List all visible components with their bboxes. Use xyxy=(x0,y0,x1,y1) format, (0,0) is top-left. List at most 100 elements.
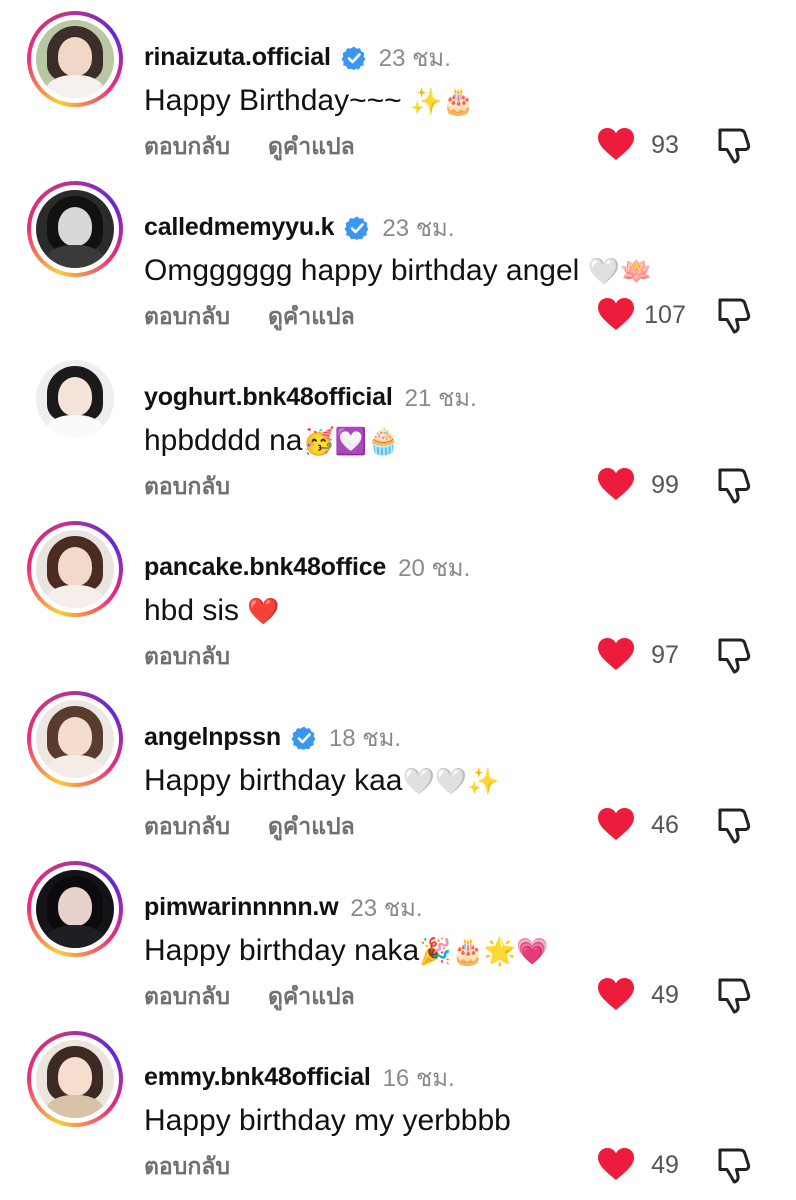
avatar[interactable] xyxy=(36,1040,114,1118)
comment-header: rinaizuta.official 23 ชม. xyxy=(144,38,451,77)
avatar-frame xyxy=(31,355,119,443)
comment-body: Happy birthday my yerbbbb xyxy=(144,1104,511,1137)
comment-actions: ตอบกลับ ดูคำแปล xyxy=(144,129,355,165)
like-count[interactable]: 46 xyxy=(640,811,690,840)
comment-item: calledmemyyu.k 23 ชม. Omgggggg happy bir… xyxy=(0,170,796,340)
heart-filled-icon[interactable] xyxy=(597,467,635,501)
avatar[interactable] xyxy=(36,190,114,268)
avatar-frame xyxy=(31,185,119,273)
reply-button[interactable]: ตอบกลับ xyxy=(144,1149,230,1185)
comment-body: Happy Birthday~~~ xyxy=(144,84,411,117)
thumbs-down-icon[interactable] xyxy=(716,975,752,1015)
comment-item: pimwarinnnnn.w 23 ชม. Happy birthday nak… xyxy=(0,850,796,1020)
comment-emoji: 🎉🎂🌟💗 xyxy=(419,937,549,967)
heart-filled-icon[interactable] xyxy=(597,1147,635,1181)
comments-list: rinaizuta.official 23 ชม. Happy Birthday… xyxy=(0,0,796,1200)
avatar[interactable] xyxy=(36,870,114,948)
comment-text: Happy birthday kaa🤍🤍✨ xyxy=(144,764,500,798)
reply-button[interactable]: ตอบกลับ xyxy=(144,469,230,505)
avatar[interactable] xyxy=(36,700,114,778)
comment-body: hpbdddd na xyxy=(144,424,303,457)
comment-emoji: ❤️ xyxy=(247,597,280,627)
comment-emoji: ✨🎂 xyxy=(410,87,475,117)
like-count[interactable]: 93 xyxy=(640,131,690,160)
comment-header: emmy.bnk48official 16 ชม. xyxy=(144,1058,455,1097)
avatar-frame xyxy=(31,15,119,103)
story-ring[interactable] xyxy=(27,351,123,447)
comment-header: calledmemyyu.k 23 ชม. xyxy=(144,208,455,247)
comment-header: yoghurt.bnk48official 21 ชม. xyxy=(144,378,477,417)
comment-time: 23 ชม. xyxy=(350,895,423,922)
heart-filled-icon[interactable] xyxy=(597,297,635,331)
comment-item: emmy.bnk48official 16 ชม. Happy birthday… xyxy=(0,1020,796,1190)
story-ring[interactable] xyxy=(27,11,123,107)
username[interactable]: yoghurt.bnk48official xyxy=(144,383,393,412)
heart-filled-icon[interactable] xyxy=(597,807,635,841)
comment-body: Happy birthday kaa xyxy=(144,764,403,797)
username[interactable]: emmy.bnk48official xyxy=(144,1063,371,1092)
avatar[interactable] xyxy=(36,20,114,98)
reply-button[interactable]: ตอบกลับ xyxy=(144,129,230,165)
avatar-frame xyxy=(31,1035,119,1123)
avatar[interactable] xyxy=(36,530,114,608)
username[interactable]: angelnpssn xyxy=(144,723,281,752)
comment-header: angelnpssn 18 ชม. xyxy=(144,718,401,757)
like-count[interactable]: 49 xyxy=(640,981,690,1010)
comment-text: hpbdddd na🥳💟🧁 xyxy=(144,424,400,458)
story-ring[interactable] xyxy=(27,1031,123,1127)
comment-text: Happy birthday naka🎉🎂🌟💗 xyxy=(144,934,549,968)
comment-time: 23 ชม. xyxy=(378,45,451,72)
reply-button[interactable]: ตอบกลับ xyxy=(144,809,230,845)
comment-emoji: 🥳💟🧁 xyxy=(302,427,400,457)
comment-header: pancake.bnk48office 20 ชม. xyxy=(144,548,470,587)
like-count[interactable]: 97 xyxy=(640,641,690,670)
heart-filled-icon[interactable] xyxy=(597,127,635,161)
like-count[interactable]: 107 xyxy=(640,301,690,330)
comment-actions: ตอบกลับ xyxy=(144,469,230,505)
heart-filled-icon[interactable] xyxy=(597,977,635,1011)
comment-text: hbd sis ❤️ xyxy=(144,594,280,628)
thumbs-down-icon[interactable] xyxy=(716,465,752,505)
comment-item: pancake.bnk48office 20 ชม. hbd sis ❤️ ตอ… xyxy=(0,510,796,680)
avatar[interactable] xyxy=(36,360,114,438)
comment-actions: ตอบกลับ ดูคำแปล xyxy=(144,809,355,845)
comment-header: pimwarinnnnn.w 23 ชม. xyxy=(144,888,423,927)
reply-button[interactable]: ตอบกลับ xyxy=(144,979,230,1015)
comment-actions: ตอบกลับ xyxy=(144,1149,230,1185)
comment-actions: ตอบกลับ ดูคำแปล xyxy=(144,299,355,335)
story-ring[interactable] xyxy=(27,521,123,617)
story-ring[interactable] xyxy=(27,181,123,277)
comment-time: 21 ชม. xyxy=(404,385,477,412)
reply-button[interactable]: ตอบกลับ xyxy=(144,639,230,675)
comment-item: yoghurt.bnk48official 21 ชม. hpbdddd na🥳… xyxy=(0,340,796,510)
comment-time: 23 ชม. xyxy=(382,215,455,242)
comment-body: Omgggggg happy birthday angel xyxy=(144,254,588,287)
username[interactable]: pancake.bnk48office xyxy=(144,553,386,582)
thumbs-down-icon[interactable] xyxy=(716,635,752,675)
comment-body: hbd sis xyxy=(144,594,248,627)
like-count[interactable]: 49 xyxy=(640,1151,690,1180)
username[interactable]: rinaizuta.official xyxy=(144,43,331,72)
avatar-frame xyxy=(31,525,119,613)
see-translation-button[interactable]: ดูคำแปล xyxy=(268,129,355,165)
heart-filled-icon[interactable] xyxy=(597,637,635,671)
thumbs-down-icon[interactable] xyxy=(716,805,752,845)
username[interactable]: calledmemyyu.k xyxy=(144,213,335,242)
comment-time: 18 ชม. xyxy=(328,725,402,752)
story-ring[interactable] xyxy=(27,691,123,787)
comment-text: Happy Birthday~~~ ✨🎂 xyxy=(144,84,475,118)
like-count[interactable]: 99 xyxy=(640,471,690,500)
comment-time: 16 ชม. xyxy=(382,1065,455,1092)
comment-emoji: 🤍🪷 xyxy=(587,257,653,287)
comment-time: 20 ชม. xyxy=(398,555,471,582)
thumbs-down-icon[interactable] xyxy=(716,1145,752,1185)
see-translation-button[interactable]: ดูคำแปล xyxy=(268,809,355,845)
story-ring[interactable] xyxy=(27,861,123,957)
avatar-frame xyxy=(31,695,119,783)
thumbs-down-icon[interactable] xyxy=(716,125,752,165)
see-translation-button[interactable]: ดูคำแปล xyxy=(268,299,355,335)
see-translation-button[interactable]: ดูคำแปล xyxy=(268,979,355,1015)
thumbs-down-icon[interactable] xyxy=(716,295,752,335)
username[interactable]: pimwarinnnnn.w xyxy=(144,893,339,922)
reply-button[interactable]: ตอบกลับ xyxy=(144,299,230,335)
